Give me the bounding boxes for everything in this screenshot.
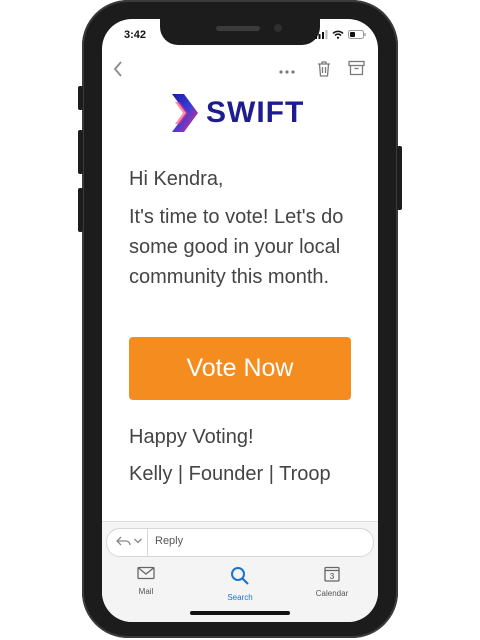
reply-input[interactable]: Reply [155,535,183,547]
tab-label: Search [227,593,253,602]
ellipsis-icon [279,70,295,74]
status-icons [315,30,366,39]
speaker [216,26,260,31]
mute-switch [78,86,83,110]
home-indicator[interactable] [190,611,290,615]
tab-label: Calendar [315,589,349,598]
calendar-icon: 3 [324,566,340,582]
more-button[interactable] [278,62,296,80]
reply-divider [147,529,148,556]
reply-options[interactable] [115,535,143,547]
delete-button[interactable] [316,60,332,82]
battery-icon [348,30,366,39]
message-text: It's time to vote! Let's do some good in… [129,206,344,288]
status-time: 3:42 [124,29,147,41]
greeting-text: Hi Kendra, [129,168,224,190]
email-toolbar [102,55,378,87]
search-icon [231,567,249,585]
chevron-left-icon [113,61,122,77]
swift-logo: SWIFT [172,94,304,132]
wifi-icon [332,30,344,39]
volume-down-button [78,188,83,232]
signature-text: Kelly | Founder | Troop [129,463,331,485]
mail-icon [137,566,155,580]
signal-icon [315,30,328,39]
reply-bar[interactable]: Reply [106,528,374,557]
vote-now-button[interactable]: Vote Now [129,337,351,400]
calendar-day: 3 [330,572,335,581]
notch [160,19,320,45]
archive-icon [348,60,365,76]
archive-button[interactable] [348,60,365,81]
volume-up-button [78,130,83,174]
swift-logo-mark [172,94,198,132]
reply-arrow-icon [116,536,131,546]
tab-calendar[interactable]: 3 Calendar [302,566,362,598]
screen: 3:42 SWIFT Hi Kendra, It's time to vote!… [102,19,378,622]
trash-icon [318,61,330,77]
tab-label: Mail [138,587,154,596]
brand-name: SWIFT [206,96,305,129]
tab-mail[interactable]: Mail [116,566,176,596]
tab-search[interactable]: Search [210,566,270,602]
front-camera [274,24,282,32]
bottom-panel: Reply Mail Search 3 Calendar [102,521,378,622]
chevron-down-icon [134,538,142,544]
power-button [397,146,402,210]
closing-text: Happy Voting! [129,426,254,448]
back-button[interactable] [112,59,124,84]
